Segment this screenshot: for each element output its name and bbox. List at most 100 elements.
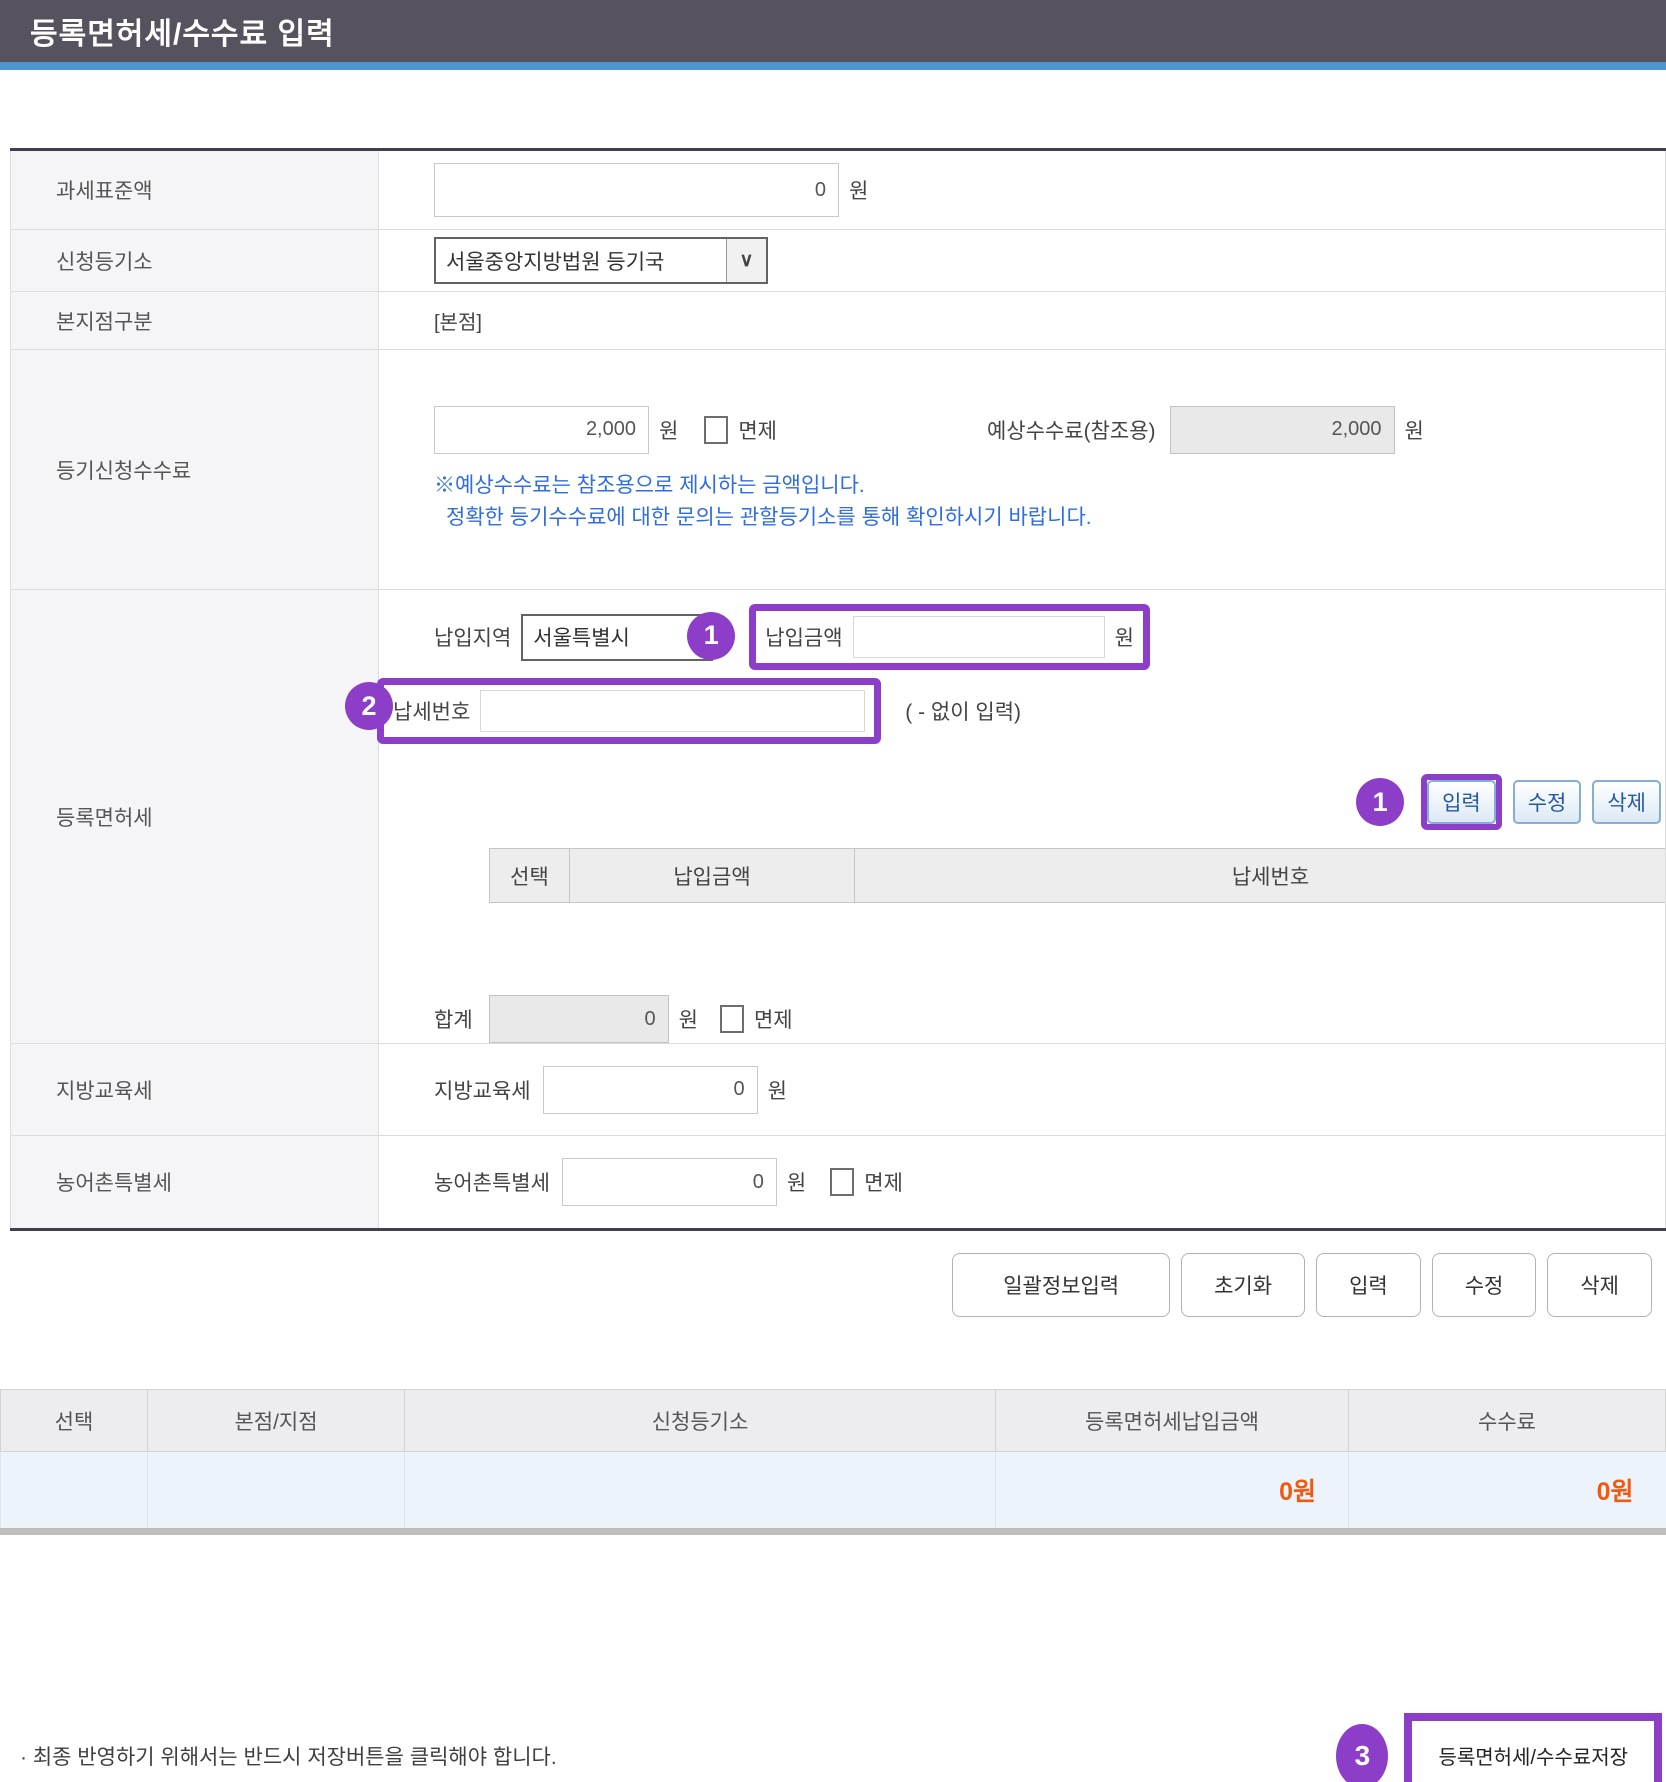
row-license-tax: 등록면허세 납입지역 서울특별시 1 납입금액 원 — [11, 590, 1666, 1044]
highlight-box-pay-amount: 납입금액 원 — [749, 604, 1150, 670]
chevron-down-icon[interactable]: ∨ — [726, 239, 766, 282]
local-education-tax-field-label: 지방교육세 — [434, 1075, 531, 1105]
local-education-tax-label: 지방교육세 — [11, 1044, 379, 1136]
rural-special-tax-exempt-checkbox[interactable] — [830, 1168, 854, 1196]
row-local-education-tax: 지방교육세 지방교육세 원 — [11, 1044, 1666, 1136]
save-button[interactable]: 등록면허세/수수료저장 — [1412, 1721, 1654, 1782]
bulk-info-input-button[interactable]: 일괄정보입력 — [952, 1253, 1170, 1317]
rural-special-tax-input[interactable] — [562, 1158, 777, 1206]
row-rural-special-tax: 농어촌특별세 농어촌특별세 원 면제 — [11, 1136, 1666, 1230]
tax-base-input[interactable] — [434, 163, 839, 217]
highlight-frame-input-button: 입력 — [1421, 774, 1502, 830]
tax-base-label: 과세표준액 — [11, 150, 379, 230]
pay-region-label: 납입지역 — [434, 622, 511, 652]
rural-special-tax-label: 농어촌특별세 — [11, 1136, 379, 1230]
fee-notice-line2: 정확한 등기수수료에 대한 문의는 관할등기소를 통해 확인하시기 바랍니다. — [434, 502, 1665, 534]
pay-region-select-wrap: 서울특별시 1 — [521, 614, 713, 661]
license-tax-delete-button[interactable]: 삭제 — [1592, 780, 1661, 824]
highlight-box-tax-no: 납세번호 — [377, 678, 881, 744]
rural-special-tax-unit: 원 — [787, 1167, 806, 1197]
rural-special-tax-field-label: 농어촌특별세 — [434, 1167, 550, 1197]
license-tax-input-button[interactable]: 입력 — [1427, 780, 1496, 824]
total-unit: 원 — [679, 1004, 698, 1034]
tax-fee-form-table: 과세표준액 원 신청등기소 서울중앙지방법원 등기국 ∨ 본지점구분 [ — [10, 148, 1666, 1231]
pay-region-select[interactable]: 서울특별시 — [521, 614, 713, 661]
tax-no-input[interactable] — [480, 690, 865, 732]
license-tax-entries-table: 선택 납입금액 납세번호 — [489, 848, 1666, 903]
estimate-fee-unit: 원 — [1405, 415, 1424, 445]
summary-cell-select — [1, 1452, 148, 1532]
entries-header-select: 선택 — [490, 849, 570, 903]
pay-amount-input[interactable] — [853, 616, 1105, 658]
license-tax-edit-button[interactable]: 수정 — [1513, 780, 1582, 824]
pay-region-selected: 서울특별시 — [523, 616, 711, 659]
highlight-frame-save-button: 등록면허세/수수료저장 — [1404, 1713, 1662, 1782]
branch-type-value: [본점] — [434, 312, 482, 334]
registration-fee-exempt-checkbox[interactable] — [704, 416, 728, 444]
registry-office-label: 신청등기소 — [11, 230, 379, 292]
step-badge-2: 2 — [345, 682, 393, 730]
edit-button[interactable]: 수정 — [1432, 1253, 1537, 1317]
action-buttons-row: 일괄정보입력 초기화 입력 수정 삭제 — [0, 1253, 1652, 1317]
pay-amount-unit: 원 — [1115, 622, 1134, 652]
license-tax-buttons-line: 1 입력 수정 삭제 — [434, 774, 1665, 830]
tax-no-label: 납세번호 — [393, 696, 470, 726]
license-tax-label: 등록면허세 — [11, 590, 379, 1044]
summary-table: 선택 본점/지점 신청등기소 등록면허세납입금액 수수료 0원 0원 — [0, 1389, 1666, 1535]
total-exempt-checkbox[interactable] — [720, 1005, 744, 1033]
summary-cell-branch — [148, 1452, 405, 1532]
branch-type-label: 본지점구분 — [11, 292, 379, 350]
step-badge-1: 1 — [687, 612, 735, 660]
local-education-tax-input[interactable] — [543, 1066, 758, 1114]
summary-header-select: 선택 — [1, 1390, 148, 1452]
summary-header-branch: 본점/지점 — [148, 1390, 405, 1452]
registration-fee-unit: 원 — [659, 415, 678, 445]
summary-header-registry: 신청등기소 — [405, 1390, 996, 1452]
summary-cell-tax-amount: 0원 — [996, 1452, 1349, 1532]
title-bar: 등록면허세/수수료 입력 — [0, 0, 1666, 62]
row-branch-type: 본지점구분 [본점] — [11, 292, 1666, 350]
reset-button[interactable]: 초기화 — [1181, 1253, 1305, 1317]
row-tax-base: 과세표준액 원 — [11, 150, 1666, 230]
estimate-fee-input — [1170, 406, 1395, 454]
pay-amount-label: 납입금액 — [765, 622, 842, 652]
local-education-tax-unit: 원 — [768, 1075, 787, 1105]
total-input — [489, 995, 669, 1043]
entries-header-amount: 납입금액 — [570, 849, 855, 903]
estimate-fee-label: 예상수수료(참조용) — [987, 415, 1156, 445]
summary-cell-registry — [405, 1452, 996, 1532]
title-accent-strip — [0, 62, 1666, 70]
entries-header-tax-no: 납세번호 — [855, 849, 1666, 903]
registration-fee-label: 등기신청수수료 — [11, 350, 379, 590]
registration-fee-input[interactable] — [434, 406, 649, 454]
summary-cell-fee: 0원 — [1349, 1452, 1666, 1532]
page-title: 등록면허세/수수료 입력 — [30, 9, 335, 53]
license-tax-taxno-line: 2 납세번호 ( - 없이 입력) — [377, 678, 1665, 744]
step-badge-1b: 1 — [1356, 778, 1404, 826]
total-exempt-label: 면제 — [754, 1004, 793, 1034]
registration-fee-exempt-label: 면제 — [738, 415, 777, 445]
row-registry-office: 신청등기소 서울중앙지방법원 등기국 ∨ — [11, 230, 1666, 292]
delete-button[interactable]: 삭제 — [1547, 1253, 1652, 1317]
total-label: 합계 — [434, 1004, 473, 1034]
footer: · 최종 반영하기 위해서는 반드시 저장버튼을 클릭해야 합니다. 3 등록면… — [0, 1713, 1666, 1782]
input-button[interactable]: 입력 — [1316, 1253, 1421, 1317]
summary-data-row[interactable]: 0원 0원 — [1, 1452, 1666, 1532]
rural-special-tax-exempt-label: 면제 — [864, 1167, 903, 1197]
license-tax-total-line: 합계 원 면제 — [434, 995, 1665, 1043]
registry-office-select[interactable]: 서울중앙지방법원 등기국 ∨ — [434, 237, 768, 284]
license-tax-region-line: 납입지역 서울특별시 1 납입금액 원 — [434, 604, 1665, 670]
save-area: 3 등록면허세/수수료저장 — [1336, 1713, 1662, 1782]
fee-notice: ※예상수수료는 참조용으로 제시하는 금액입니다. 정확한 등기수수료에 대한 … — [434, 470, 1665, 534]
summary-header-tax-amount: 등록면허세납입금액 — [996, 1390, 1349, 1452]
registry-office-selected: 서울중앙지방법원 등기국 — [436, 239, 726, 282]
save-note: · 최종 반영하기 위해서는 반드시 저장버튼을 클릭해야 합니다. — [20, 1741, 557, 1771]
tax-no-hint: ( - 없이 입력) — [905, 696, 1021, 726]
row-registration-fee: 등기신청수수료 원 면제 예상수수료(참조용) 원 ※예상수수료는 참조용으로 … — [11, 350, 1666, 590]
summary-header-fee: 수수료 — [1349, 1390, 1666, 1452]
summary-header-row: 선택 본점/지점 신청등기소 등록면허세납입금액 수수료 — [1, 1390, 1666, 1452]
tax-base-unit: 원 — [849, 175, 868, 205]
fee-notice-line1: ※예상수수료는 참조용으로 제시하는 금액입니다. — [434, 470, 1665, 502]
page: 등록면허세/수수료 입력 과세표준액 원 신청등기소 서울중앙지방법원 등기국 … — [0, 0, 1666, 1782]
step-badge-3: 3 — [1336, 1724, 1388, 1782]
